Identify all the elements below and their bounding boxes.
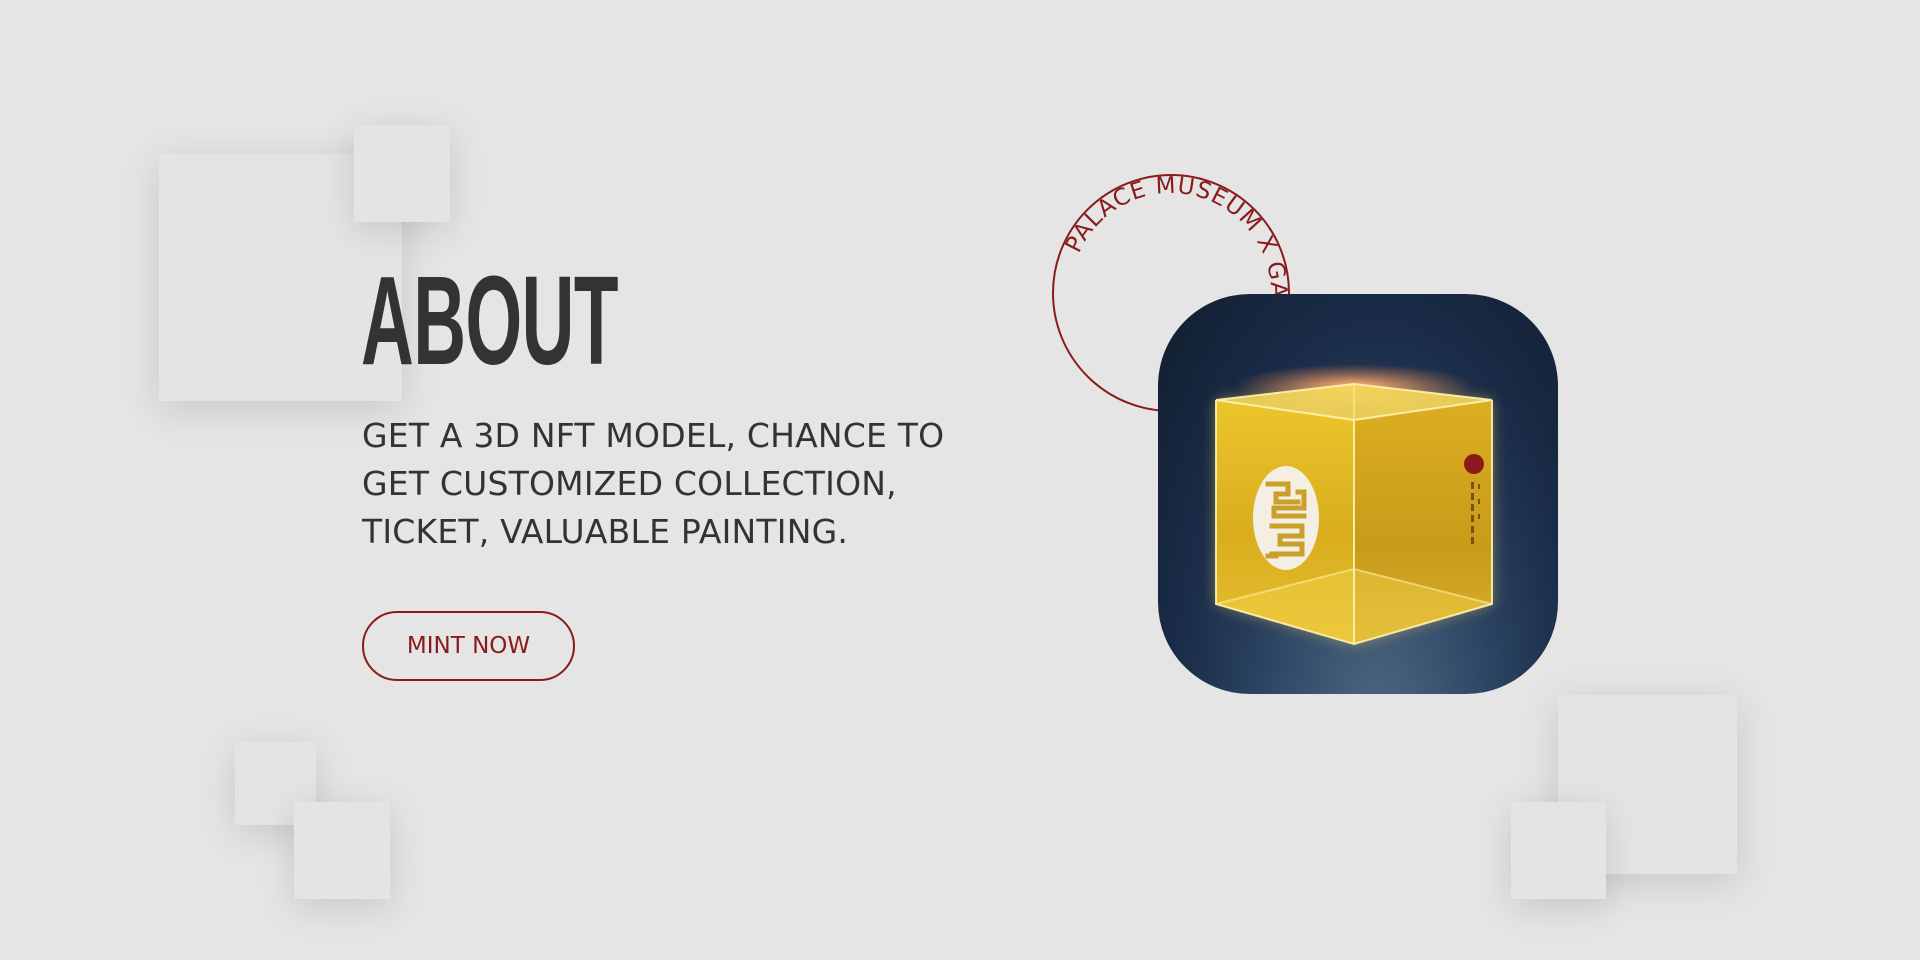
- decor-square-bottom-right-small: [1511, 802, 1606, 899]
- section-description: GET A 3D NFT MODEL, CHANCE TO GET CUSTOM…: [362, 416, 945, 551]
- golden-cube-nft-image: [1158, 294, 1558, 694]
- mint-now-button[interactable]: MINT NOW: [362, 611, 575, 681]
- section-heading: ABOUT: [361, 250, 618, 391]
- decor-square-small-top-left: [354, 125, 450, 222]
- decor-square-bottom-left-2: [294, 802, 390, 899]
